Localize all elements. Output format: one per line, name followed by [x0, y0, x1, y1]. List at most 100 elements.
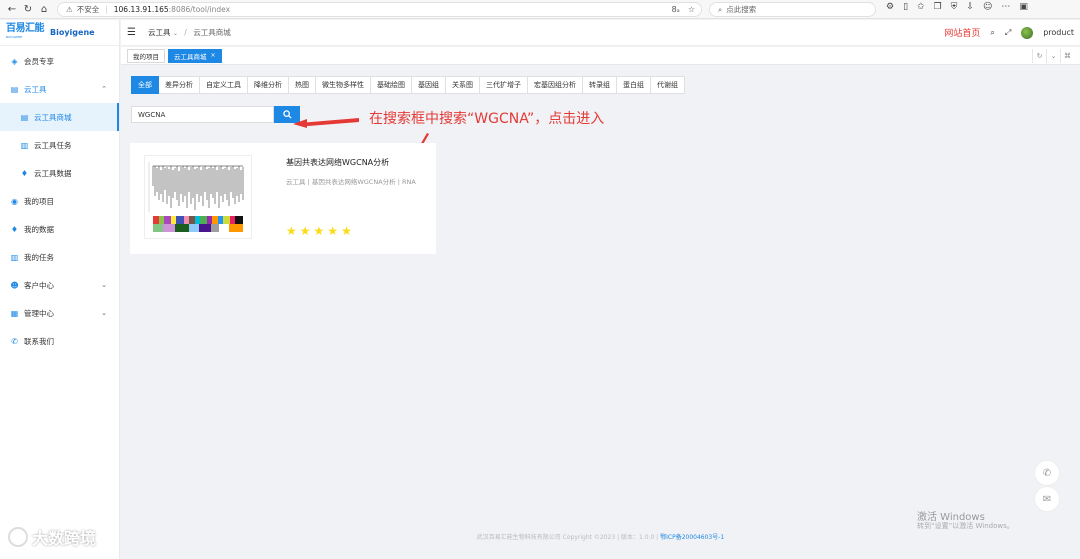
sidebar-item-contact[interactable]: ✆ 联系我们 — [0, 327, 119, 355]
sidebar-item-customer-center[interactable]: ☻ 客户中心 ⌄ — [0, 271, 119, 299]
refresh-icon[interactable]: ↻ — [1032, 48, 1046, 63]
insecure-label: 不安全 — [76, 5, 100, 14]
chevron-up-icon: ⌃ — [101, 85, 107, 93]
sidebar-item-tool-store[interactable]: ▤ 云工具商城 — [0, 103, 119, 131]
arrow-to-search — [299, 118, 359, 126]
star-icon: ★ — [341, 224, 352, 238]
rating-stars: ★ ★ ★ ★ ★ — [286, 225, 352, 237]
sidebar-item-label: 云工具商城 — [34, 112, 72, 122]
tool-card[interactable]: 基因共表达网络WGCNA分析 云工具 | 基因共表达网络WGCNA分析 | RN… — [130, 143, 436, 254]
sidebar-item-label: 联系我们 — [24, 336, 54, 346]
fullscreen-icon[interactable]: ⤢ — [1005, 28, 1011, 38]
sidebar-item-tool-tasks[interactable]: ▥ 云工具任务 — [0, 131, 119, 159]
menu-toggle-icon[interactable]: ☰ — [127, 27, 136, 38]
url-path: :8086/tool/index — [168, 5, 231, 14]
sidebar-item-my-data[interactable]: ♦ 我的数据 — [0, 215, 119, 243]
phone-icon[interactable]: ✆ — [1034, 460, 1060, 486]
chevron-down-icon: ⌄ — [172, 30, 178, 37]
brand-logo-icon — [8, 527, 28, 547]
sidebar-item-my-projects[interactable]: ◉ 我的项目 — [0, 187, 119, 215]
logo-sub: BIOYIGENE — [6, 34, 23, 39]
home-icon[interactable]: ⌂ — [36, 1, 52, 17]
sidebar-item-label: 云工具任务 — [34, 140, 72, 150]
arrowhead-search — [293, 119, 307, 128]
logo-cn: 百易汇能 — [6, 22, 45, 34]
sidebar-item-member[interactable]: ◈ 会员专享 — [0, 47, 119, 75]
task-doc-icon: ▥ — [20, 140, 29, 150]
brand-watermark-text: 大数跨境 — [32, 529, 97, 548]
sidebar-item-label: 我的项目 — [24, 196, 54, 206]
split-screen-icon[interactable]: ▯ — [903, 2, 908, 12]
favorites-icon[interactable]: ✩ — [917, 2, 925, 12]
my-task-icon: ▥ — [10, 252, 19, 262]
url-host: 106.13.91.165 — [113, 5, 169, 14]
tool-card-title[interactable]: 基因共表达网络WGCNA分析 — [286, 157, 389, 168]
sidebar-item-label: 客户中心 — [24, 280, 54, 290]
store-icon: ▤ — [20, 112, 29, 122]
star-icon: ★ — [299, 224, 311, 238]
address-bar[interactable]: ⚠ 不安全 | 106.13.91.165:8086/tool/index 8ₐ… — [57, 2, 702, 17]
chevron-down-icon: ⌄ — [101, 281, 107, 289]
profile-icon[interactable]: ☺ — [983, 2, 992, 12]
browser-toolbar: ← ↻ ⌂ ⚠ 不安全 | 106.13.91.165:8086/tool/in… — [0, 0, 1080, 19]
footer-icp-link[interactable]: 鄂ICP备20004603号-1 — [660, 534, 724, 541]
chevron-down-icon[interactable]: ⌄ — [1046, 48, 1060, 63]
main-content: 全部 差异分析 自定义工具 降维分析 热图 微生物多样性 基础绘图 基因组 关系… — [121, 66, 1080, 559]
more-icon[interactable]: ⋯ — [1001, 2, 1010, 12]
annotation-arrows — [293, 118, 429, 162]
website-home-link[interactable]: 网站首页 — [944, 26, 980, 39]
cloud-tool-icon: ▤ — [10, 84, 19, 94]
data-icon: ♦ — [20, 168, 29, 178]
favorite-star-icon[interactable]: ☆ — [688, 5, 695, 14]
page-tabs: 我的项目 云工具商城 × ↻ ⌄ ⌘ — [121, 47, 1080, 65]
star-icon: ★ — [286, 224, 297, 238]
search-icon[interactable]: ⌕ — [990, 28, 994, 38]
browser-search-placeholder: 点此搜索 — [726, 5, 757, 14]
tab-label: 我的项目 — [133, 52, 159, 61]
sidebar-item-label: 云工具数据 — [34, 168, 72, 178]
my-data-icon: ♦ — [10, 224, 19, 234]
tab-tool-store[interactable]: 云工具商城 × — [168, 48, 222, 63]
username[interactable]: product — [1043, 28, 1074, 37]
sidebar-item-label: 云工具 — [24, 84, 47, 94]
sidebar-item-tool-data[interactable]: ♦ 云工具数据 — [0, 159, 119, 187]
sidebar-toggle-icon[interactable]: ▣ — [1019, 2, 1028, 12]
footer-copyright: 武汉百易汇能生物科技有限公司 Copyright ©2023 | 版本：1.0.… — [476, 534, 659, 541]
download-icon[interactable]: ⇩ — [966, 2, 974, 12]
back-icon[interactable]: ← — [4, 1, 20, 17]
sidebar-item-cloud-tool[interactable]: ▤ 云工具 ⌃ — [0, 75, 119, 103]
top-header: ☰ 云工具 ⌄ / 云工具商城 网站首页 ⌕ ⤢ product — [121, 20, 1080, 46]
logo[interactable]: 百易汇能 BIOYIGENE Bioyigene — [0, 20, 119, 46]
sidebar: 百易汇能 BIOYIGENE Bioyigene ◈ 会员专享 ▤ 云工具 ⌃ … — [0, 20, 120, 559]
message-icon[interactable]: ✉ — [1034, 486, 1060, 512]
dendrogram-thumbnail — [148, 162, 244, 232]
breadcrumb-divider: / — [184, 28, 187, 37]
tool-thumbnail — [144, 155, 252, 239]
sidebar-item-my-tasks[interactable]: ▥ 我的任务 — [0, 243, 119, 271]
contact-icon: ✆ — [11, 336, 18, 346]
browser-search-input[interactable]: ⌕ 点此搜索 — [709, 2, 876, 17]
star-icon: ★ — [313, 224, 325, 238]
reload-icon[interactable]: ↻ — [20, 1, 36, 17]
sidebar-item-label: 我的数据 — [24, 224, 54, 234]
breadcrumb-root[interactable]: 云工具 — [148, 28, 171, 37]
extensions-icon[interactable]: ⚙ — [886, 2, 894, 12]
tab-label: 云工具商城 — [174, 52, 207, 61]
tool-card-meta: 云工具 | 基因共表达网络WGCNA分析 | RNA — [286, 178, 416, 186]
sidebar-item-admin-center[interactable]: ▦ 管理中心 ⌄ — [0, 299, 119, 327]
shield-icon[interactable]: ⛨ — [951, 2, 958, 12]
tab-my-projects[interactable]: 我的项目 — [127, 48, 165, 63]
close-icon[interactable]: × — [211, 52, 216, 59]
member-icon: ◈ — [11, 56, 18, 66]
pin-icon[interactable]: ⌘ — [1060, 48, 1074, 63]
collections-icon[interactable]: ❐ — [934, 2, 942, 12]
text-size-icon[interactable]: 8ₐ — [672, 5, 680, 14]
instruction-annotation: 在搜索框中搜索“WGCNA”，点击进入 — [369, 111, 605, 127]
activation-watermark-sub: 转到“设置”以激活 Windows。 — [917, 522, 1014, 530]
warning-icon: ⚠ — [66, 5, 73, 14]
sidebar-item-label: 会员专享 — [24, 56, 54, 66]
breadcrumb-current: 云工具商城 — [193, 28, 231, 37]
avatar[interactable] — [1021, 26, 1034, 39]
footer: 武汉百易汇能生物科技有限公司 Copyright ©2023 | 版本：1.0.… — [121, 532, 1080, 541]
url-divider: | — [105, 5, 108, 14]
